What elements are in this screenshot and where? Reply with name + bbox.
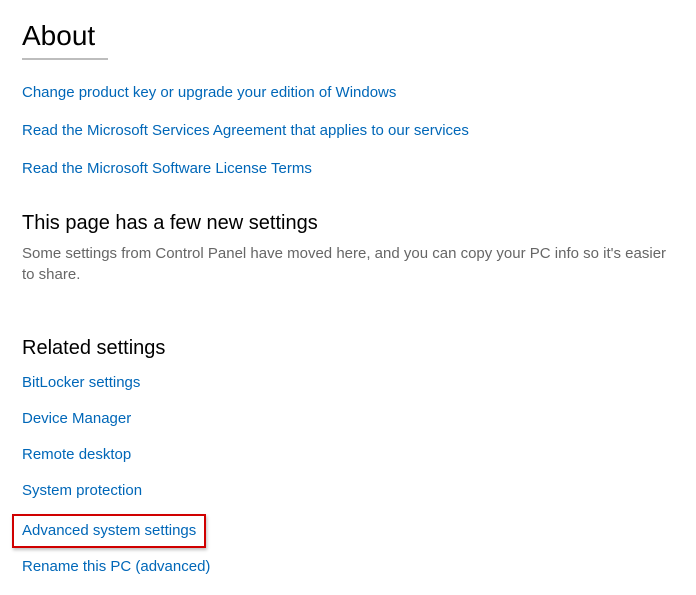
new-settings-body: Some settings from Control Panel have mo… bbox=[22, 243, 674, 285]
link-remote-desktop[interactable]: Remote desktop bbox=[22, 446, 131, 463]
link-bitlocker-settings[interactable]: BitLocker settings bbox=[22, 374, 140, 391]
link-software-license[interactable]: Read the Microsoft Software License Term… bbox=[22, 160, 312, 177]
link-rename-this-pc[interactable]: Rename this PC (advanced) bbox=[22, 558, 210, 575]
title-underline bbox=[22, 58, 108, 60]
link-services-agreement[interactable]: Read the Microsoft Services Agreement th… bbox=[22, 122, 469, 139]
page-title: About bbox=[22, 20, 674, 52]
highlight-advanced-system-settings: Advanced system settings bbox=[12, 514, 206, 548]
link-system-protection[interactable]: System protection bbox=[22, 482, 142, 499]
link-change-product-key[interactable]: Change product key or upgrade your editi… bbox=[22, 84, 396, 101]
link-device-manager[interactable]: Device Manager bbox=[22, 410, 131, 427]
link-advanced-system-settings[interactable]: Advanced system settings bbox=[22, 522, 196, 539]
new-settings-heading: This page has a few new settings bbox=[22, 212, 674, 235]
related-settings-heading: Related settings bbox=[22, 337, 674, 360]
